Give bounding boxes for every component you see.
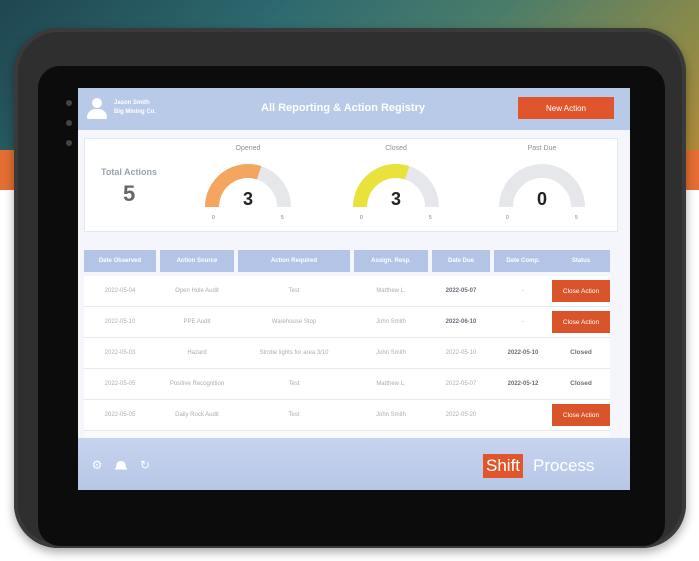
app-screen: Jason Smith Big Mining Co. All Reporting… <box>78 88 630 490</box>
cell-date-due: 2022-05-07 <box>445 288 477 294</box>
gauge-opened: Opened 3 0 5 <box>193 145 303 225</box>
gauge-max: 5 <box>429 215 432 221</box>
cell-date-due: 2022-05-20 <box>445 412 477 418</box>
status-closed: Closed <box>570 349 592 356</box>
cell-assigned: Matthew L. <box>376 288 406 294</box>
table-header: Date Observed Action Source Action Requi… <box>84 250 610 272</box>
gear-icon[interactable]: ⚙ <box>90 458 104 472</box>
new-action-button[interactable]: New Action <box>518 97 614 119</box>
gauge-value: 3 <box>390 189 401 209</box>
gauge-min: 0 <box>212 215 215 221</box>
gauge-label: Closed <box>385 145 407 152</box>
cell-action-required: Test <box>288 288 300 294</box>
cell-action-source: Open Hole Audit <box>175 288 219 294</box>
column-header-date-observed[interactable]: Date Observed <box>84 250 156 272</box>
table-row[interactable]: 2022-05-10 PPE Audit Warehouse Stop John… <box>84 307 610 338</box>
user-name: Jason Smith <box>114 100 150 106</box>
cell-action-required: Test <box>288 381 300 387</box>
app-header: Jason Smith Big Mining Co. All Reporting… <box>78 88 630 130</box>
cell-date-due: 2022-05-10 <box>445 350 477 356</box>
cell-assigned: Matthew L. <box>376 381 406 387</box>
light-sensor-icon <box>66 140 72 146</box>
column-header-date-due[interactable]: Date Due <box>432 250 490 272</box>
cell-action-required: Warehouse Stop <box>271 319 317 325</box>
total-actions-value: 5 <box>123 181 136 206</box>
logo-shift-text: Shift <box>483 454 524 478</box>
page-title: All Reporting & Action Registry <box>261 102 425 114</box>
cell-date-due: 2022-06-10 <box>445 319 477 325</box>
column-header-date-comp[interactable]: Date Comp. <box>494 250 552 272</box>
gauge-min: 0 <box>360 215 363 221</box>
camera-icon <box>66 100 72 106</box>
cell-action-source: PPE Audit <box>183 319 211 325</box>
cell-action-source: Daily Rock Audit <box>175 412 219 418</box>
cell-action-required: Strobe lights for area 3/10 <box>259 350 329 356</box>
close-action-button[interactable]: Close Action <box>552 280 610 302</box>
cell-assigned: John Smith <box>375 412 406 418</box>
column-header-action-required[interactable]: Action Required <box>238 250 350 272</box>
cell-action-source: Positive Recognition <box>169 381 225 387</box>
cell-date-comp: 2022-05-12 <box>507 381 539 387</box>
table-row[interactable]: 2022-05-05 Daily Rock Audit Test John Sm… <box>84 400 610 431</box>
cell-action-source: Hazard <box>187 350 207 356</box>
gauge-max: 5 <box>575 215 578 221</box>
sensor-icon <box>66 120 72 126</box>
cell-date-observed: 2022-05-04 <box>104 288 136 294</box>
avatar-icon[interactable] <box>86 98 108 120</box>
status-closed: Closed <box>570 380 592 387</box>
gauge-closed: Closed 3 0 5 <box>341 145 451 225</box>
close-action-button[interactable]: Close Action <box>552 311 610 333</box>
refresh-icon[interactable]: ↻ <box>138 458 152 472</box>
gauge-value: 3 <box>242 189 253 209</box>
gauge-label: Opened <box>235 145 261 152</box>
table-row[interactable]: 2022-05-04 Open Hole Audit Test Matthew … <box>84 276 610 307</box>
cell-date-comp: 2022-05-10 <box>507 350 539 356</box>
gauge-value: 0 <box>536 189 547 209</box>
cell-date-observed: 2022-05-10 <box>104 319 136 325</box>
gauge-past-due: Past Due 0 0 5 <box>487 145 597 225</box>
cell-assigned: John Smith <box>375 319 406 325</box>
cell-date-observed: 2022-05-05 <box>104 412 136 418</box>
helmet-icon[interactable] <box>114 458 128 472</box>
logo-process-text: Process <box>533 456 595 475</box>
close-action-button[interactable]: Close Action <box>552 404 610 426</box>
cell-date-comp: - <box>522 319 524 325</box>
column-header-assigned[interactable]: Assign. Resp. <box>354 250 428 272</box>
cell-date-observed: 2022-05-03 <box>104 350 136 356</box>
column-header-status[interactable]: Status <box>552 250 610 272</box>
table-row[interactable]: 2022-05-03 Hazard Strobe lights for area… <box>84 338 610 369</box>
company-name: Big Mining Co. <box>114 109 156 115</box>
gauge-min: 0 <box>506 215 509 221</box>
gauge-max: 5 <box>281 215 284 221</box>
gauge-label: Past Due <box>527 145 557 152</box>
cell-date-observed: 2022-05-05 <box>104 381 136 387</box>
cell-date-comp <box>494 400 552 430</box>
total-actions-label: Total Actions <box>101 167 157 177</box>
app-footer: ⚙ ↻ Shift Process <box>78 438 630 490</box>
summary-panel: Total Actions 5 Opened 3 0 5 Closed 3 0 … <box>84 138 618 232</box>
cell-date-due: 2022-05-07 <box>445 381 477 387</box>
column-header-action-source[interactable]: Action Source <box>160 250 234 272</box>
table-row[interactable]: 2022-05-05 Positive Recognition Test Mat… <box>84 369 610 400</box>
cell-action-required: Test <box>288 412 300 418</box>
cell-date-comp: - <box>522 288 524 294</box>
cell-assigned: John Smith <box>375 350 406 356</box>
